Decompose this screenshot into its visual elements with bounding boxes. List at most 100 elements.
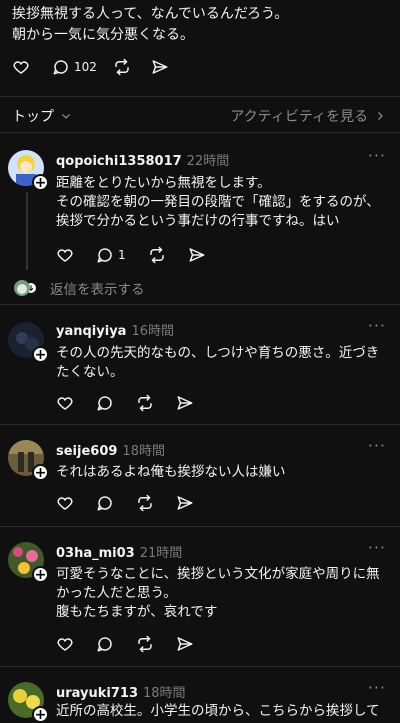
avatar[interactable]: + — [8, 682, 49, 723]
reply-button[interactable] — [96, 394, 114, 412]
repost-button[interactable] — [113, 58, 131, 76]
activity-link[interactable]: アクティビティを見る — [230, 106, 386, 126]
timestamp: 21時間 — [139, 546, 183, 561]
avatar[interactable]: + — [8, 150, 49, 191]
like-button[interactable] — [56, 394, 74, 412]
like-button[interactable] — [56, 635, 74, 653]
reply-button[interactable] — [96, 494, 114, 512]
repost-button[interactable] — [136, 494, 154, 512]
sort-label: トップ — [12, 109, 54, 125]
send-icon — [152, 60, 168, 74]
comment-body: 近所の高校生。小学生の頃から、こちらから挨拶して — [56, 702, 388, 721]
post-actions: 102 — [12, 58, 169, 76]
comment-body: その人の先天的なもの、しつけや育ちの悪さ。近づき たくない。 — [56, 344, 388, 382]
send-icon — [189, 248, 205, 262]
divider — [0, 424, 400, 425]
divider — [0, 526, 400, 527]
share-button[interactable] — [176, 635, 194, 653]
repost-button[interactable] — [136, 394, 154, 412]
avatar[interactable]: + — [8, 322, 49, 363]
more-options-icon[interactable]: ··· — [368, 678, 386, 697]
repost-button[interactable] — [136, 635, 154, 653]
show-replies-label: 返信を表示する — [50, 282, 145, 298]
reply-count: 102 — [74, 60, 97, 74]
comment-body: 可愛そうなことに、挨拶という文化が家庭や周りに無 かった人だと思う。 腹もたちま… — [56, 565, 388, 622]
comment-line: それはあるよね俺も挨拶ない人は嫌い — [56, 464, 286, 480]
reply-button[interactable] — [96, 635, 114, 653]
follow-plus-icon[interactable]: + — [32, 566, 49, 583]
timestamp: 22時間 — [186, 154, 230, 169]
reply-count: 1 — [118, 248, 126, 262]
repost-icon — [138, 635, 152, 653]
more-options-icon[interactable]: ··· — [368, 436, 386, 455]
comment-author: qopoichi1358017 22時間 — [56, 150, 229, 169]
more-options-icon[interactable]: ··· — [368, 316, 386, 335]
avatar[interactable]: + — [8, 440, 49, 481]
comment-actions — [56, 394, 194, 412]
comment-author: urayuki713 18時間 — [56, 682, 186, 701]
comment-actions: 1 — [56, 246, 206, 264]
share-button[interactable] — [176, 494, 194, 512]
send-icon — [177, 396, 193, 410]
comment-line: 挨拶で分かるという事だけの行事ですね。はい — [56, 213, 340, 229]
follow-plus-icon[interactable]: + — [32, 174, 49, 191]
show-replies-link[interactable]: 返信を表示する — [14, 278, 145, 298]
post-body: 挨拶無視する人って、なんでいるんだろう。 朝から一気に気分悪くなる。 — [12, 4, 388, 46]
repost-icon — [115, 58, 129, 76]
comment-line: その人の先天的なもの、しつけや育ちの悪さ。近づき — [56, 345, 380, 361]
heart-icon — [57, 249, 73, 262]
comment-author: seije609 18時間 — [56, 440, 165, 459]
username[interactable]: yanqiyiya — [56, 324, 126, 339]
share-button[interactable] — [188, 246, 206, 264]
like-button[interactable] — [56, 494, 74, 512]
follow-plus-icon[interactable]: + — [32, 464, 49, 481]
timestamp: 18時間 — [122, 444, 165, 459]
comment-actions — [56, 494, 194, 512]
chevron-right-icon — [378, 112, 383, 120]
reply-button[interactable]: 1 — [96, 246, 126, 264]
repost-button[interactable] — [148, 246, 166, 264]
username[interactable]: urayuki713 — [56, 686, 138, 701]
comment-line: たくない。 — [56, 364, 124, 380]
comment-actions — [56, 635, 194, 653]
repost-icon — [149, 246, 164, 264]
avatar[interactable]: + — [8, 542, 49, 583]
post-line: 朝から一気に気分悪くなる。 — [12, 27, 194, 43]
comment-body: 距離をとりたいから無視をします。 その確認を朝の一発目の段階で「確認」をするのが… — [56, 174, 388, 231]
chevron-down-icon — [62, 114, 70, 119]
comment-author: yanqiyiya 16時間 — [56, 320, 174, 339]
reply-button[interactable]: 102 — [52, 58, 97, 76]
share-button[interactable] — [151, 58, 169, 76]
divider — [0, 132, 400, 133]
post-line: 挨拶無視する人って、なんでいるんだろう。 — [12, 6, 289, 22]
follow-plus-icon[interactable]: + — [32, 706, 49, 723]
sort-dropdown[interactable]: トップ — [12, 106, 72, 126]
follow-plus-icon[interactable]: + — [32, 346, 49, 363]
comment-line: 距離をとりたいから無視をします。 — [56, 175, 271, 191]
username[interactable]: seije609 — [56, 444, 117, 459]
share-button[interactable] — [176, 394, 194, 412]
comment-line: その確認を朝の一発目の段階で「確認」をするのが、 — [56, 194, 380, 210]
like-button[interactable] — [12, 58, 30, 76]
repost-icon — [138, 394, 152, 412]
more-options-icon[interactable]: ··· — [368, 146, 386, 165]
comment-line: 可愛そうなことに、挨拶という文化が家庭や周りに無 — [56, 566, 380, 582]
like-button[interactable] — [56, 246, 74, 264]
timestamp: 16時間 — [131, 324, 174, 339]
username[interactable]: 03ha_mi03 — [56, 546, 135, 561]
send-icon — [177, 496, 193, 510]
activity-label: アクティビティを見る — [230, 109, 368, 125]
comment-icon — [97, 396, 112, 411]
heart-icon — [57, 497, 73, 510]
thread-line — [26, 192, 28, 270]
comment-icon — [97, 637, 112, 652]
more-options-icon[interactable]: ··· — [368, 538, 386, 557]
comment-icon — [97, 496, 112, 511]
username[interactable]: qopoichi1358017 — [56, 154, 182, 169]
comment-icon — [97, 248, 112, 263]
repost-icon — [138, 494, 152, 512]
send-icon — [177, 637, 193, 651]
heart-icon — [57, 638, 73, 651]
comment-line: 近所の高校生。小学生の頃から、こちらから挨拶して — [56, 703, 380, 719]
comment-author: 03ha_mi03 21時間 — [56, 542, 182, 561]
